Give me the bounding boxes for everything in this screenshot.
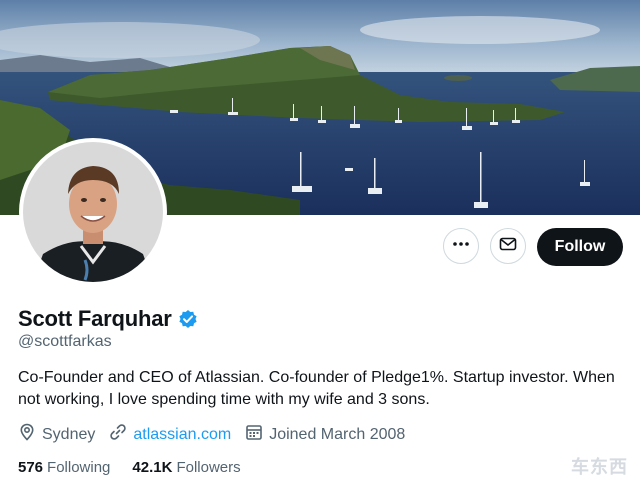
profile-meta: Sydney atlassian.com Joined March 2008	[18, 423, 419, 446]
following-label: Following	[47, 459, 111, 476]
website-item[interactable]: atlassian.com	[109, 423, 231, 446]
more-button[interactable]	[443, 228, 479, 264]
joined-text: Joined March 2008	[269, 425, 406, 443]
verified-badge-icon[interactable]	[178, 309, 198, 329]
joined-item: Joined March 2008	[245, 423, 405, 446]
follow-button[interactable]: Follow	[537, 228, 623, 266]
follow-counts: 576 Following 42.1K Followers	[18, 459, 263, 476]
calendar-icon	[245, 423, 269, 446]
location-pin-icon	[18, 423, 42, 446]
followers-count-link[interactable]: 42.1K Followers	[132, 459, 240, 476]
mail-icon	[499, 235, 517, 258]
profile-bio: Co-Founder and CEO of Atlassian. Co-foun…	[18, 369, 615, 408]
location-text: Sydney	[42, 425, 96, 443]
following-count: 576	[18, 459, 44, 476]
avatar-image	[23, 142, 163, 282]
website-link[interactable]: atlassian.com	[133, 426, 231, 444]
profile-handle: @scottfarkas	[18, 333, 112, 350]
profile-name-row: Scott Farquhar	[18, 306, 198, 332]
following-count-link[interactable]: 576 Following	[18, 459, 110, 476]
location-item: Sydney	[18, 423, 95, 446]
profile-avatar[interactable]	[19, 138, 167, 286]
profile-name: Scott Farquhar	[18, 306, 172, 331]
followers-count: 42.1K	[132, 459, 173, 476]
more-icon	[452, 235, 470, 258]
followers-label: Followers	[176, 459, 241, 476]
message-button[interactable]	[490, 228, 526, 264]
link-icon	[109, 423, 133, 446]
watermark: 车东西	[571, 457, 628, 477]
